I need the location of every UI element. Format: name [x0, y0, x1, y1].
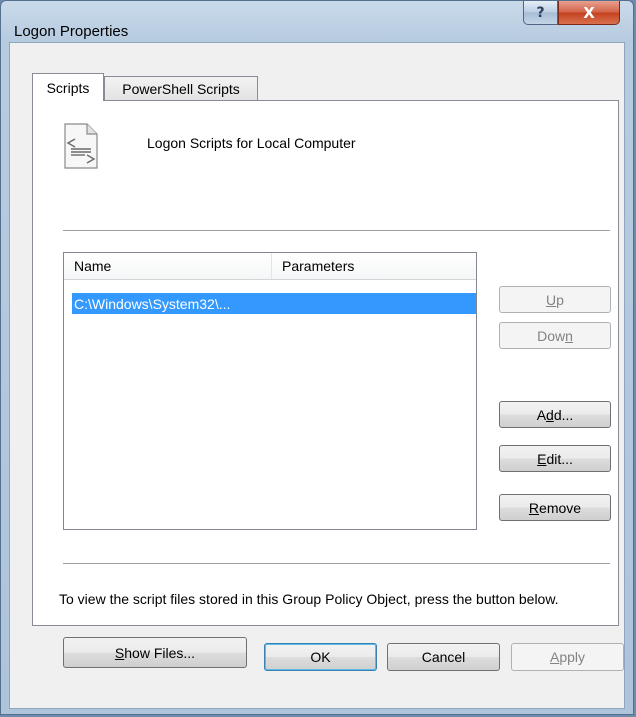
- separator-top: [63, 230, 610, 232]
- column-header-name[interactable]: Name: [64, 253, 272, 279]
- script-file-icon: [64, 123, 98, 169]
- add-button-label: Add...: [536, 406, 574, 423]
- ok-button[interactable]: OK: [264, 643, 377, 671]
- tab-scripts-label: Scripts: [46, 79, 90, 96]
- close-button[interactable]: X: [558, 1, 620, 25]
- edit-button-label: Edit...: [537, 450, 573, 467]
- title-bar[interactable]: Logon Properties ? X: [1, 1, 633, 41]
- close-icon: X: [583, 3, 595, 22]
- tab-powershell-label: PowerShell Scripts: [122, 80, 240, 97]
- list-item[interactable]: C:\Windows\System32\...: [72, 293, 476, 314]
- down-button[interactable]: Down: [499, 322, 611, 349]
- separator-bottom: [63, 563, 610, 565]
- remove-button[interactable]: Remove: [499, 494, 611, 521]
- down-button-label: Down: [537, 327, 573, 344]
- edit-button[interactable]: Edit...: [499, 445, 611, 472]
- logon-properties-dialog: Logon Properties ? X Scripts PowerShell …: [0, 0, 634, 715]
- list-header: Name Parameters: [64, 253, 476, 280]
- remove-button-label: Remove: [528, 499, 582, 516]
- show-files-description: To view the script files stored in this …: [59, 591, 559, 607]
- window-title: Logon Properties: [14, 23, 129, 40]
- dialog-client-area: Scripts PowerShell Scripts Logon Scripts…: [9, 42, 625, 709]
- apply-button-label: Apply: [549, 649, 586, 665]
- scripts-heading: Logon Scripts for Local Computer: [147, 135, 356, 151]
- tab-powershell-scripts[interactable]: PowerShell Scripts: [104, 76, 258, 100]
- column-header-parameters[interactable]: Parameters: [272, 253, 476, 279]
- apply-button[interactable]: Apply: [511, 643, 624, 671]
- cancel-button-label: Cancel: [421, 649, 466, 665]
- show-files-button[interactable]: Show Files...: [63, 637, 247, 668]
- help-icon: ?: [536, 4, 545, 21]
- up-button-label: Up: [546, 291, 564, 308]
- add-button[interactable]: Add...: [499, 401, 611, 428]
- ok-button-label: OK: [310, 649, 331, 665]
- show-files-label: Show Files...: [114, 644, 196, 661]
- cancel-button[interactable]: Cancel: [387, 643, 500, 671]
- list-item-name: C:\Windows\System32\...: [74, 295, 231, 312]
- help-button[interactable]: ?: [523, 1, 558, 25]
- tab-scripts[interactable]: Scripts: [32, 73, 104, 101]
- up-button[interactable]: Up: [499, 286, 611, 313]
- scripts-list[interactable]: Name Parameters C:\Windows\System32\...: [63, 252, 477, 530]
- scripts-tab-panel: Logon Scripts for Local Computer Name Pa…: [32, 100, 619, 668]
